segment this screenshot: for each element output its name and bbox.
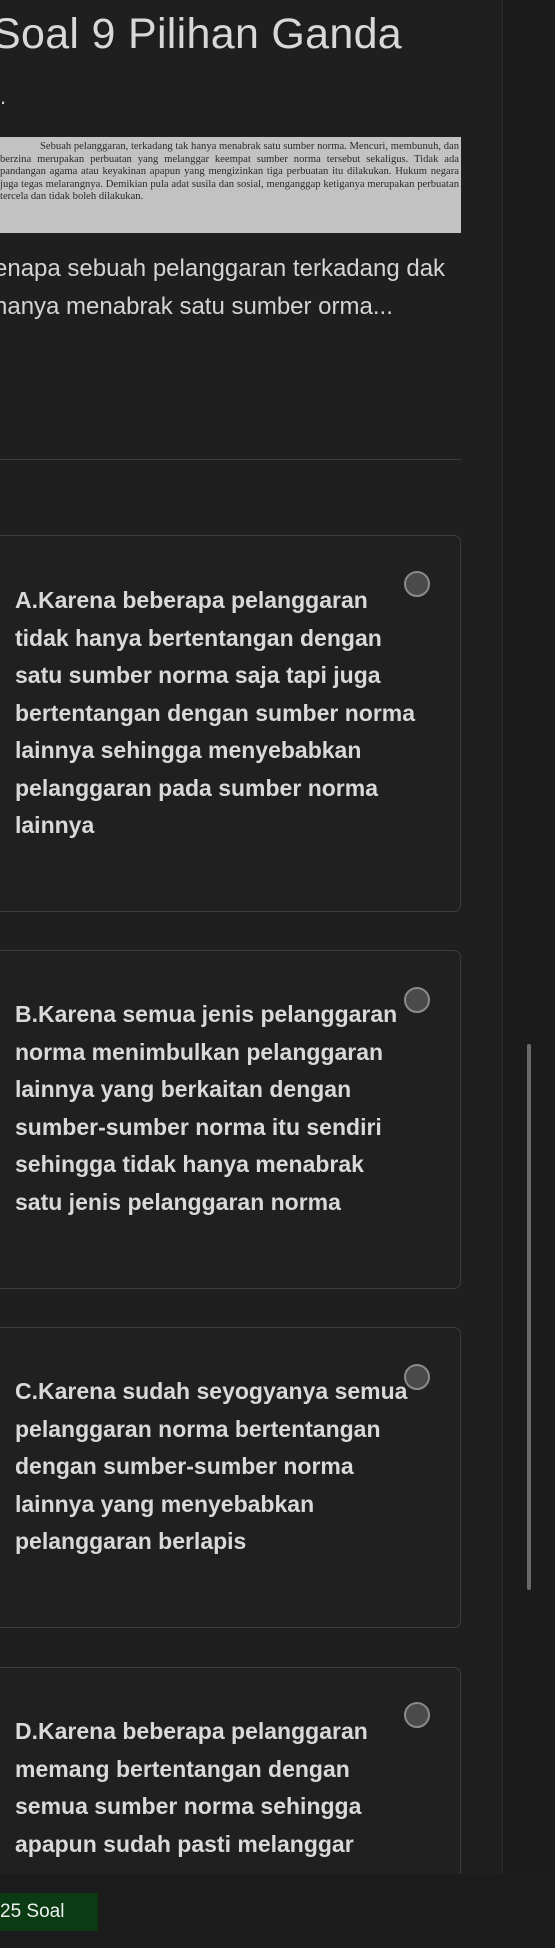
scrollbar-thumb[interactable] bbox=[527, 1044, 531, 1590]
option-d-radio[interactable] bbox=[404, 1702, 430, 1728]
option-a-radio[interactable] bbox=[404, 571, 430, 597]
option-d[interactable]: D.Karena beberapa pelanggaran memang ber… bbox=[0, 1667, 461, 1874]
option-c-radio[interactable] bbox=[404, 1364, 430, 1390]
question-content: Soal 9 Pilihan Ganda . Sebuah pelanggara… bbox=[0, 0, 502, 1874]
scroll-gutter bbox=[502, 0, 555, 1874]
option-b[interactable]: B.Karena semua jenis pelanggaran norma m… bbox=[0, 950, 461, 1289]
question-count-badge[interactable]: 25 Soal bbox=[0, 1893, 98, 1931]
option-a[interactable]: A.Karena beberapa pelanggaran tidak hany… bbox=[0, 535, 461, 912]
option-c[interactable]: C.Karena sudah seyogyanya semua pelangga… bbox=[0, 1327, 461, 1628]
option-d-label: D.Karena beberapa pelanggaran memang ber… bbox=[15, 1718, 368, 1857]
option-b-label: B.Karena semua jenis pelanggaran norma m… bbox=[15, 1001, 398, 1215]
question-subtitle: . bbox=[0, 84, 7, 109]
reading-passage-image: Sebuah pelanggaran, terkadang tak hanya … bbox=[0, 137, 461, 233]
quiz-screen: Soal 9 Pilihan Ganda . Sebuah pelanggara… bbox=[0, 0, 555, 1948]
divider bbox=[0, 459, 461, 460]
question-text: enapa sebuah pelanggaran terkadang dak h… bbox=[0, 255, 446, 320]
option-a-label: A.Karena beberapa pelanggaran tidak hany… bbox=[15, 587, 416, 838]
page-title: Soal 9 Pilihan Ganda bbox=[0, 10, 403, 58]
option-c-label: C.Karena sudah seyogyanya semua pelangga… bbox=[15, 1378, 408, 1554]
option-b-radio[interactable] bbox=[404, 987, 430, 1013]
